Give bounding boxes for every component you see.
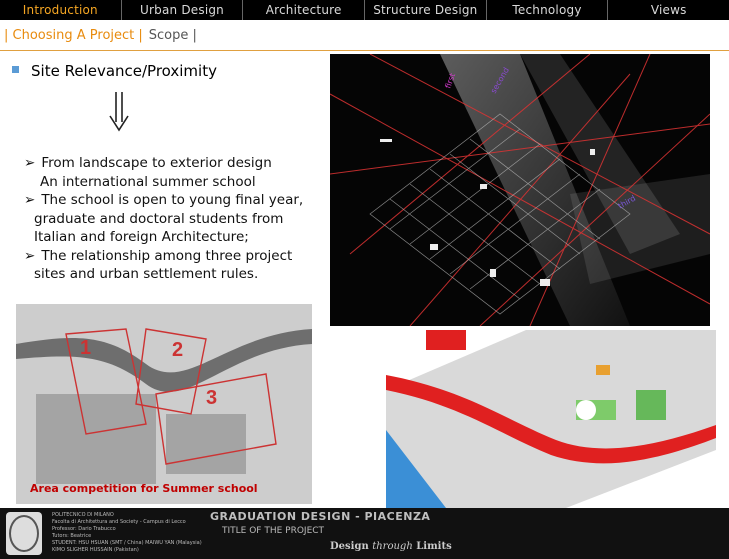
tab-views[interactable]: Views (608, 0, 729, 20)
header-divider (0, 50, 729, 51)
tab-structure-design[interactable]: Structure Design (365, 0, 487, 20)
arrow-bullet-icon: ➢ (24, 155, 36, 171)
list-item-continuation: sites and urban settlement rules. (34, 266, 259, 282)
footer-subtitle: TITLE OF THE PROJECT (222, 526, 325, 536)
section-bullet-label: Site Relevance/Proximity (31, 62, 217, 80)
list-item-continuation: graduate and doctoral students from (34, 210, 284, 227)
breadcrumb-main: | Choosing A Project | (4, 28, 143, 43)
tab-technology[interactable]: Technology (487, 0, 609, 20)
list-item-continuation: An international summer school (40, 173, 256, 190)
site-3d-model-image (386, 330, 716, 508)
footer-title: GRADUATION DESIGN - PIACENZA (210, 510, 431, 523)
tab-architecture[interactable]: Architecture (243, 0, 366, 20)
site-label-2: 2 (172, 339, 183, 361)
site-area-map-image: 1 2 3 (16, 304, 312, 504)
arrow-bullet-icon: ➢ (24, 192, 36, 208)
list-item: ➢ The relationship among three project (24, 247, 293, 264)
list-item: ➢ From landscape to exterior design (24, 155, 272, 171)
footer-tagline: Design through Limits (330, 541, 452, 552)
list-item-continuation: Italian and foreign Architecture; (34, 229, 249, 245)
breadcrumb: | Choosing A Project | Scope | (4, 28, 197, 43)
footer-school-info: POLITECNICO DI MILANO Facolta di Archite… (52, 512, 202, 553)
footer: POLITECNICO DI MILANO Facolta di Archite… (0, 508, 729, 559)
site-label-1: 1 (80, 337, 91, 359)
tab-introduction[interactable]: Introduction (0, 0, 122, 20)
feature-list: ➢ From landscape to exterior design An in… (24, 154, 314, 284)
top-nav: Introduction Urban Design Architecture S… (0, 0, 729, 20)
map-caption: Area competition for Summer school (30, 482, 258, 495)
list-item: ➢ The school is open to young final year, (24, 192, 304, 208)
section-bullet: Site Relevance/Proximity (12, 62, 217, 80)
night-site-map-image: first second third (330, 54, 710, 326)
square-bullet-icon (12, 66, 19, 73)
arrow-bullet-icon: ➢ (24, 247, 36, 264)
down-arrow-icon (109, 92, 129, 132)
tab-urban-design[interactable]: Urban Design (122, 0, 244, 20)
university-seal-icon (6, 512, 42, 555)
breadcrumb-sub: Scope | (148, 28, 197, 43)
site-label-3: 3 (206, 387, 217, 409)
